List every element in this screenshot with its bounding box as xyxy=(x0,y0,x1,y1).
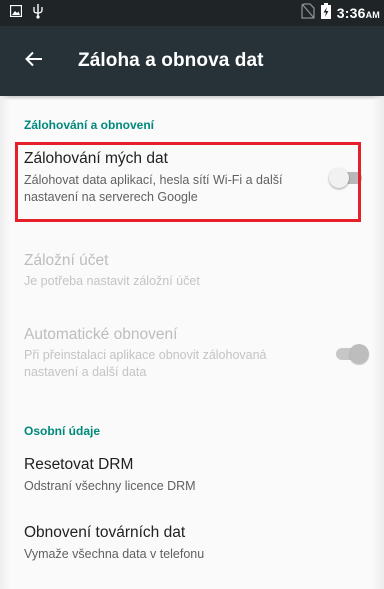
no-sim-icon xyxy=(301,2,315,24)
pref-reset-drm-title: Resetovat DRM xyxy=(24,456,134,473)
highlight-box xyxy=(15,142,361,222)
pref-backup-account-title: Záložní účet xyxy=(24,252,109,269)
app-bar-shadow xyxy=(0,96,384,100)
clock: 3:36AM xyxy=(336,5,380,21)
status-bar: 3:36AM xyxy=(0,0,384,26)
settings-screen: 3:36AM Záloha a obnova dat Zálohování a … xyxy=(0,0,384,589)
pref-reset-drm[interactable]: Resetovat DRM Odstraní všechny licence D… xyxy=(0,456,384,506)
pref-factory-reset-summary: Vymaže všechna data v telefonu xyxy=(24,547,205,561)
screenshot-icon xyxy=(9,4,23,22)
pref-backup-account-summary: Je potřeba nastavit záložní účet xyxy=(24,274,200,288)
auto-restore-toggle[interactable] xyxy=(333,344,369,364)
pref-reset-drm-summary: Odstraní všechny licence DRM xyxy=(24,479,196,493)
toggle-thumb xyxy=(349,344,369,364)
section-header-personal: Osobní údaje xyxy=(24,424,101,438)
battery-charging-icon xyxy=(320,2,331,24)
pref-auto-restore[interactable]: Automatické obnovení Při přeinstalaci ap… xyxy=(0,326,384,388)
pref-auto-restore-summary: Při přeinstalaci aplikace obnovit záloho… xyxy=(24,348,267,379)
arrow-left-icon xyxy=(25,51,43,72)
pref-factory-reset[interactable]: Obnovení továrních dat Vymaže všechna da… xyxy=(0,522,384,572)
pref-backup-account[interactable]: Záložní účet Je potřeba nastavit záložní… xyxy=(0,252,384,300)
page-title: Záloha a obnova dat xyxy=(78,50,264,71)
back-button[interactable] xyxy=(6,33,62,89)
usb-icon xyxy=(32,3,44,24)
clock-ampm: AM xyxy=(365,10,380,20)
pref-factory-reset-title: Obnovení továrních dat xyxy=(24,524,186,541)
app-bar: Záloha a obnova dat xyxy=(0,26,384,96)
pref-auto-restore-title: Automatické obnovení xyxy=(24,326,178,343)
section-header-backup: Zálohování a obnovení xyxy=(24,118,155,132)
